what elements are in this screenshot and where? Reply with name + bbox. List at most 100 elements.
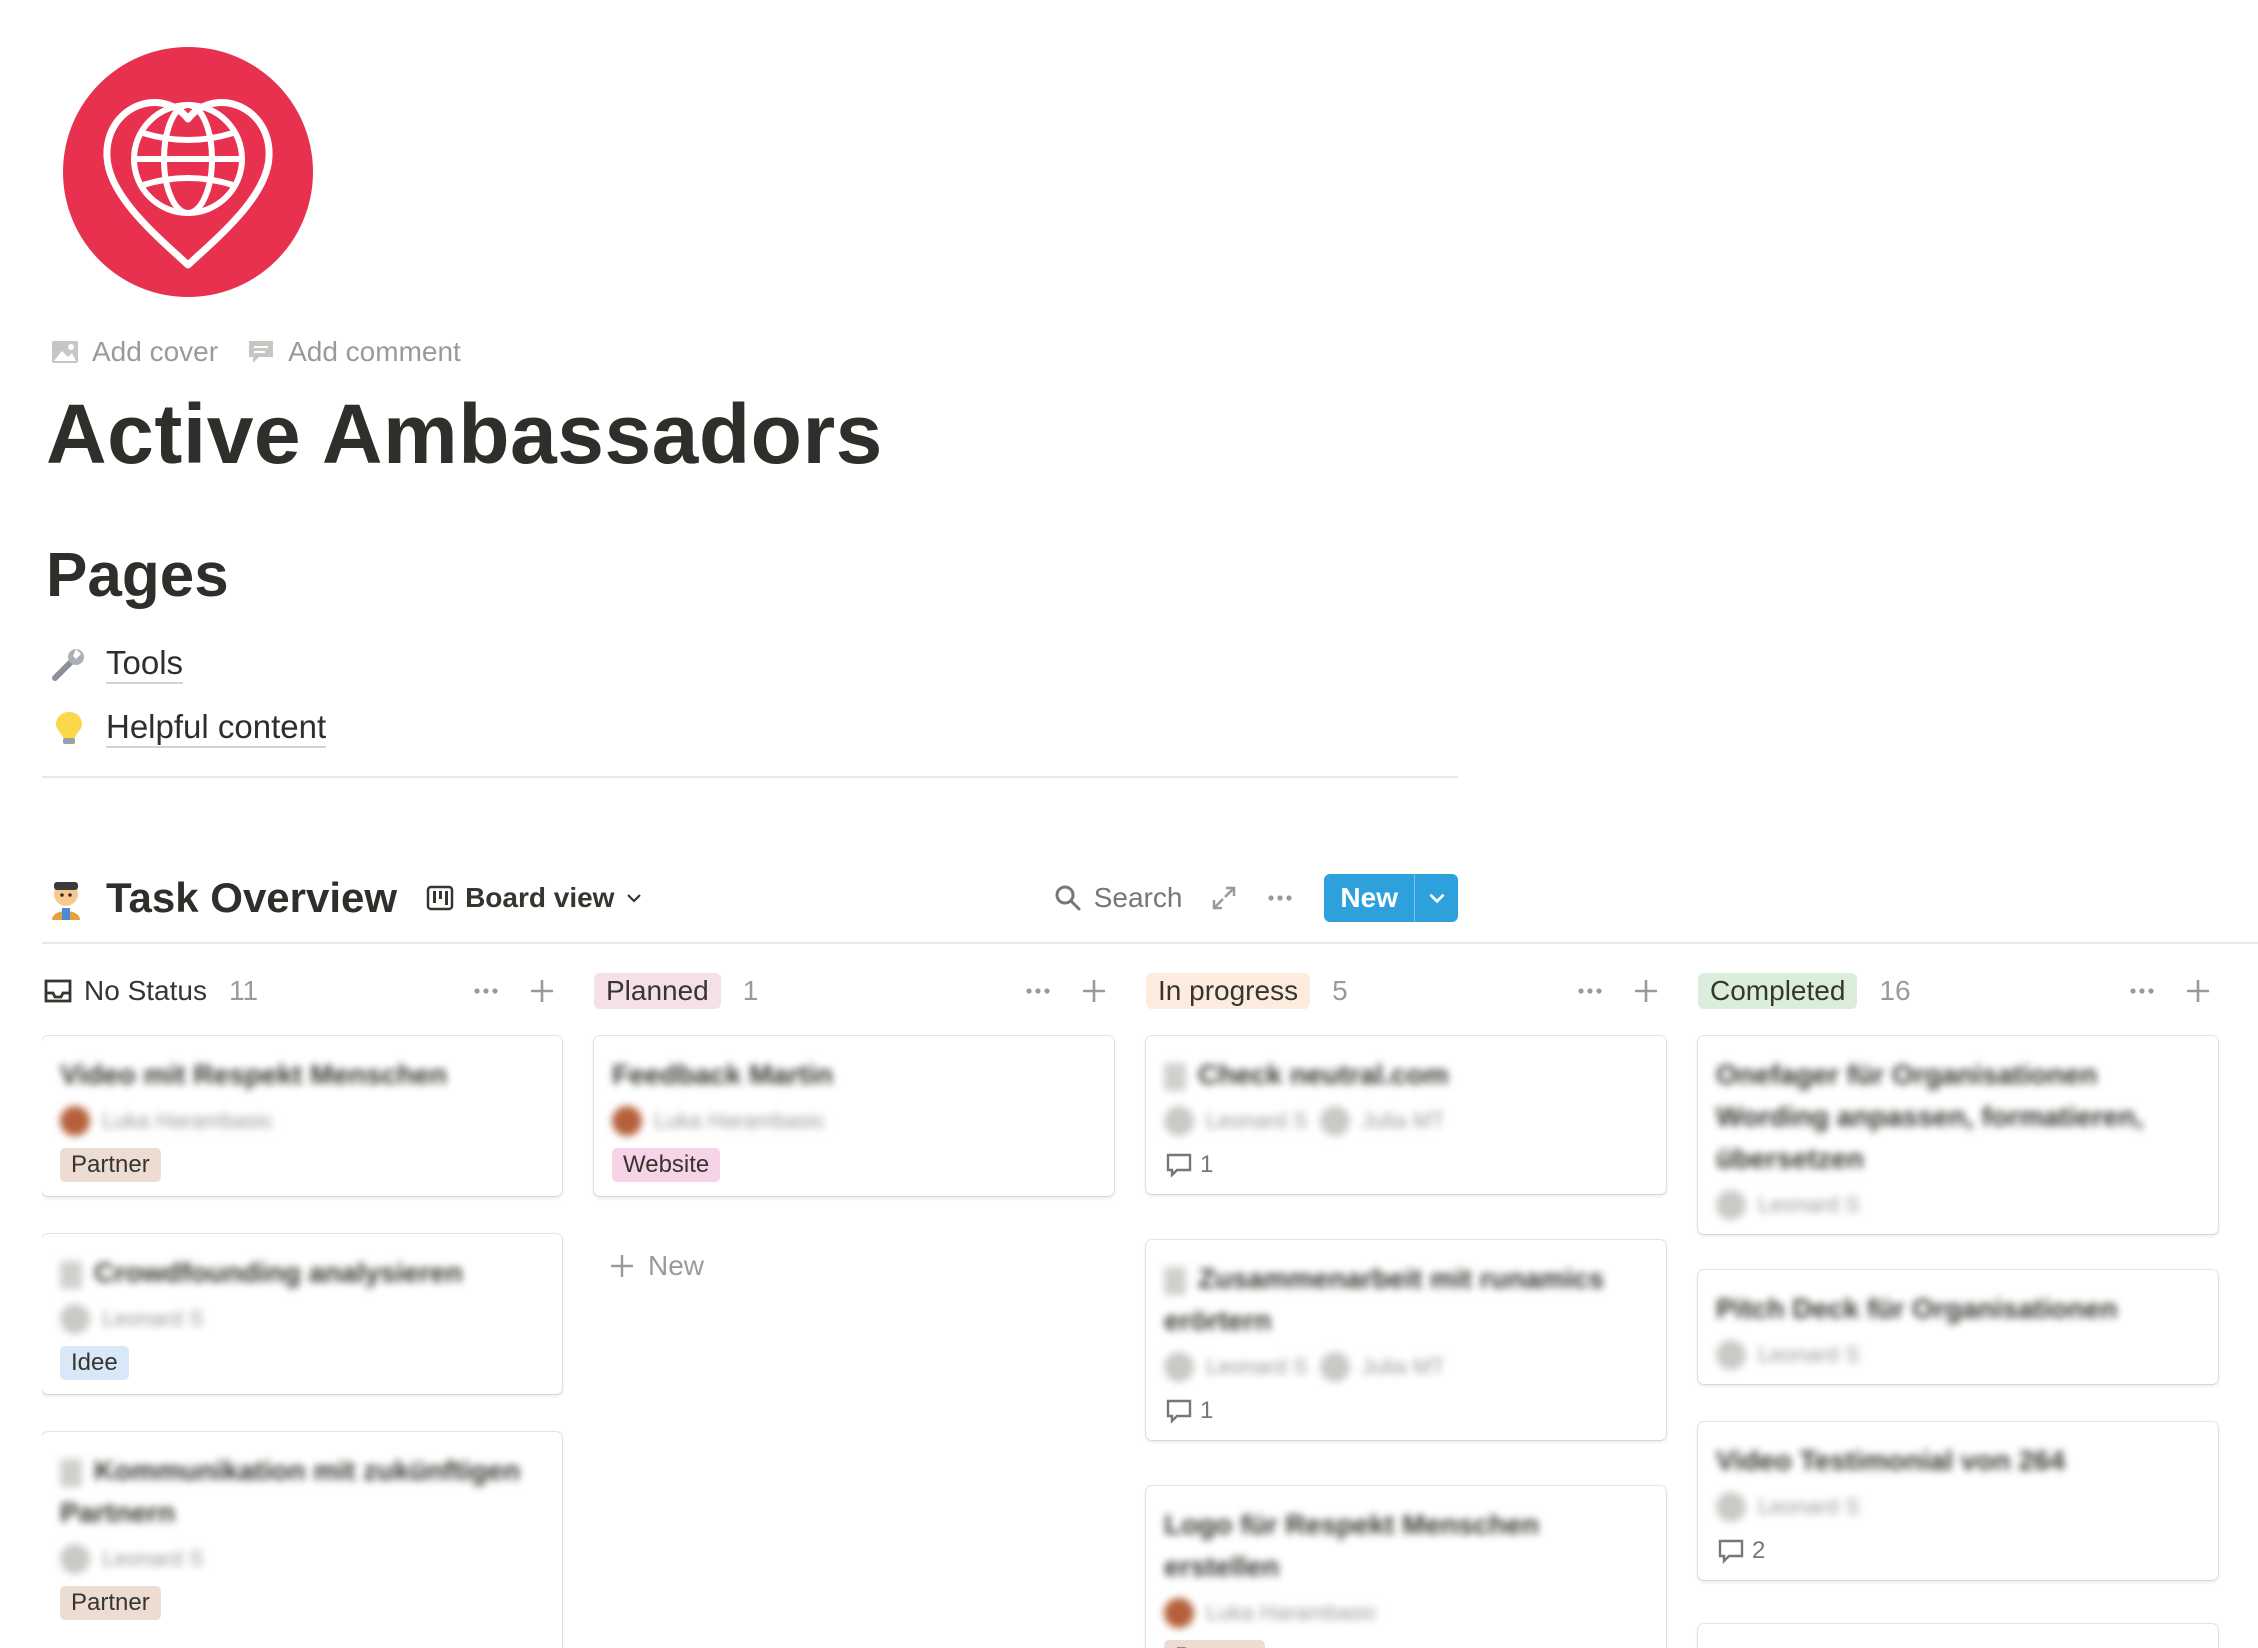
- add-new-card-button[interactable]: New: [608, 1250, 704, 1282]
- card-comments: 2: [1716, 1536, 2200, 1566]
- column-add-button[interactable]: [1078, 975, 1110, 1007]
- assignee-name: Leonard S: [1206, 1354, 1308, 1379]
- card-comments: 1: [1164, 1396, 1648, 1426]
- column-add-button[interactable]: [1630, 975, 1662, 1007]
- card-title: Pitch Deck für Organisationen: [1716, 1293, 2118, 1324]
- task-card[interactable]: [1698, 1624, 2218, 1648]
- more-dots-icon: [2130, 988, 2154, 994]
- page-icon-globe-heart[interactable]: [63, 47, 313, 297]
- task-card[interactable]: Feedback Martin Luka Harambasic Website: [594, 1036, 1114, 1196]
- divider: [42, 776, 1458, 778]
- add-comment-button[interactable]: Add comment: [246, 336, 461, 368]
- card-title: Onefager für Organisationen Wording anpa…: [1716, 1059, 2144, 1174]
- task-card[interactable]: Check neutral.com Leonard S Julia MT 1: [1146, 1036, 1666, 1194]
- database-title[interactable]: Task Overview: [106, 874, 397, 922]
- avatar: [60, 1106, 90, 1136]
- open-full-page-button[interactable]: [1210, 884, 1238, 912]
- task-card[interactable]: Logo für Respekt Menschen erstellen Luka…: [1146, 1486, 1666, 1648]
- page-meta-actions: Add cover Add comment: [50, 336, 461, 368]
- page-title[interactable]: Active Ambassadors: [46, 386, 883, 483]
- page-link-helpful-content[interactable]: Helpful content: [48, 707, 327, 749]
- more-dots-icon: [1026, 988, 1050, 994]
- add-cover-button[interactable]: Add cover: [50, 336, 218, 368]
- column-more-button[interactable]: [1574, 975, 1606, 1007]
- column-actions: [2126, 975, 2214, 1007]
- column-name: Planned: [594, 973, 721, 1009]
- task-card[interactable]: Pitch Deck für Organisationen Leonard S: [1698, 1270, 2218, 1384]
- board-view-switcher[interactable]: Board view: [425, 882, 644, 914]
- assignee-name: Luka Harambasic: [102, 1108, 274, 1133]
- more-dots-icon: [1268, 895, 1293, 901]
- column-add-button[interactable]: [526, 975, 558, 1007]
- assignee-name: Luka Harambasic: [1206, 1600, 1378, 1625]
- comment-icon: [1718, 1539, 1744, 1564]
- avatar: [1319, 1106, 1350, 1136]
- avatar: [612, 1106, 642, 1136]
- comment-icon: [1166, 1399, 1192, 1424]
- card-title: Check neutral.com: [1164, 1054, 1648, 1096]
- column-no-status: No Status 11 Video mit Respekt Menschen …: [42, 968, 562, 1648]
- card-title-text: Kommunikation mit zukünftigen Partnern: [60, 1455, 521, 1528]
- column-completed: Completed 16 Onefager für Organisationen…: [1698, 968, 2218, 1648]
- tag-website: Website: [612, 1148, 721, 1182]
- task-card[interactable]: Zusammenarbeit mit runamics erörtern Leo…: [1146, 1240, 1666, 1440]
- task-card[interactable]: Crowdfounding analysieren Leonard S Idee: [42, 1234, 562, 1394]
- new-button-group: New: [1324, 874, 1458, 922]
- plus-icon: [531, 980, 553, 1002]
- page-link-tools[interactable]: Tools: [48, 643, 184, 685]
- new-dropdown-button[interactable]: [1414, 874, 1458, 922]
- column-name: Completed: [1698, 973, 1858, 1009]
- column-title[interactable]: No Status: [42, 975, 207, 1007]
- task-card[interactable]: Video Testimonial von 264 Leonard S 2: [1698, 1422, 2218, 1580]
- column-title[interactable]: In progress: [1146, 973, 1311, 1009]
- assignee-name: Leonard S: [102, 1306, 204, 1331]
- column-count: 5: [1332, 975, 1348, 1006]
- new-button[interactable]: New: [1324, 874, 1414, 922]
- wrench-icon: [48, 643, 90, 685]
- card-assignee: Luka Harambasic: [1164, 1598, 1648, 1628]
- task-card[interactable]: Kommunikation mit zukünftigen Partnern L…: [42, 1432, 562, 1648]
- expand-icon: [1213, 886, 1236, 910]
- comment-count: 1: [1200, 1397, 1214, 1424]
- more-options-button[interactable]: [1266, 884, 1294, 912]
- plus-icon: [2187, 980, 2209, 1002]
- comment-icon: [249, 341, 274, 363]
- avatar: [1164, 1106, 1194, 1136]
- tag-idee: Idee: [60, 1346, 129, 1380]
- add-comment-label: Add comment: [288, 336, 461, 367]
- column-title[interactable]: Completed: [1698, 973, 1858, 1009]
- comment-icon: [1166, 1153, 1192, 1178]
- card-assignee: Luka Harambasic: [60, 1106, 544, 1136]
- card-title: Kommunikation mit zukünftigen Partnern: [60, 1450, 544, 1534]
- column-in-progress: In progress 5 Check neutral.com Leonard …: [1146, 968, 1666, 1648]
- card-title-text: Check neutral.com: [1198, 1059, 1449, 1090]
- column-add-button[interactable]: [2182, 975, 2214, 1007]
- more-dots-icon: [474, 988, 498, 994]
- page-icon: [60, 1260, 82, 1289]
- search-button[interactable]: Search: [1054, 882, 1182, 914]
- column-more-button[interactable]: [2126, 975, 2158, 1007]
- avatar: [1716, 1340, 1746, 1370]
- card-comments: 1: [1164, 1150, 1648, 1180]
- column-more-button[interactable]: [470, 975, 502, 1007]
- column-more-button[interactable]: [1022, 975, 1054, 1007]
- chevron-down-icon: [1428, 893, 1445, 904]
- avatar: [1164, 1598, 1194, 1628]
- card-assignee: Leonard S: [1716, 1492, 2200, 1522]
- column-title[interactable]: Planned: [594, 973, 721, 1009]
- assignee-name: Leonard S: [1758, 1494, 1860, 1519]
- column-planned: Planned 1 Feedback Martin Luka Harambasi…: [594, 968, 1114, 1281]
- card-title-text: Crowdfounding analysieren: [94, 1257, 463, 1288]
- assignee-name: Leonard S: [1758, 1342, 1860, 1367]
- database-divider: [42, 942, 2258, 944]
- column-header: In progress 5: [1146, 968, 1666, 1014]
- plus-icon: [1635, 980, 1657, 1002]
- task-card[interactable]: Video mit Respekt Menschen Luka Harambas…: [42, 1036, 562, 1196]
- task-card[interactable]: Onefager für Organisationen Wording anpa…: [1698, 1036, 2218, 1234]
- plus-icon: [1083, 980, 1105, 1002]
- database-header: Task Overview Board view Search New: [42, 868, 1458, 928]
- column-name: In progress: [1146, 973, 1311, 1009]
- assignee-name: Leonard S: [1758, 1192, 1860, 1217]
- assignee-name: Leonard S: [1206, 1108, 1308, 1133]
- assignee-name: Luka Harambasic: [654, 1108, 826, 1133]
